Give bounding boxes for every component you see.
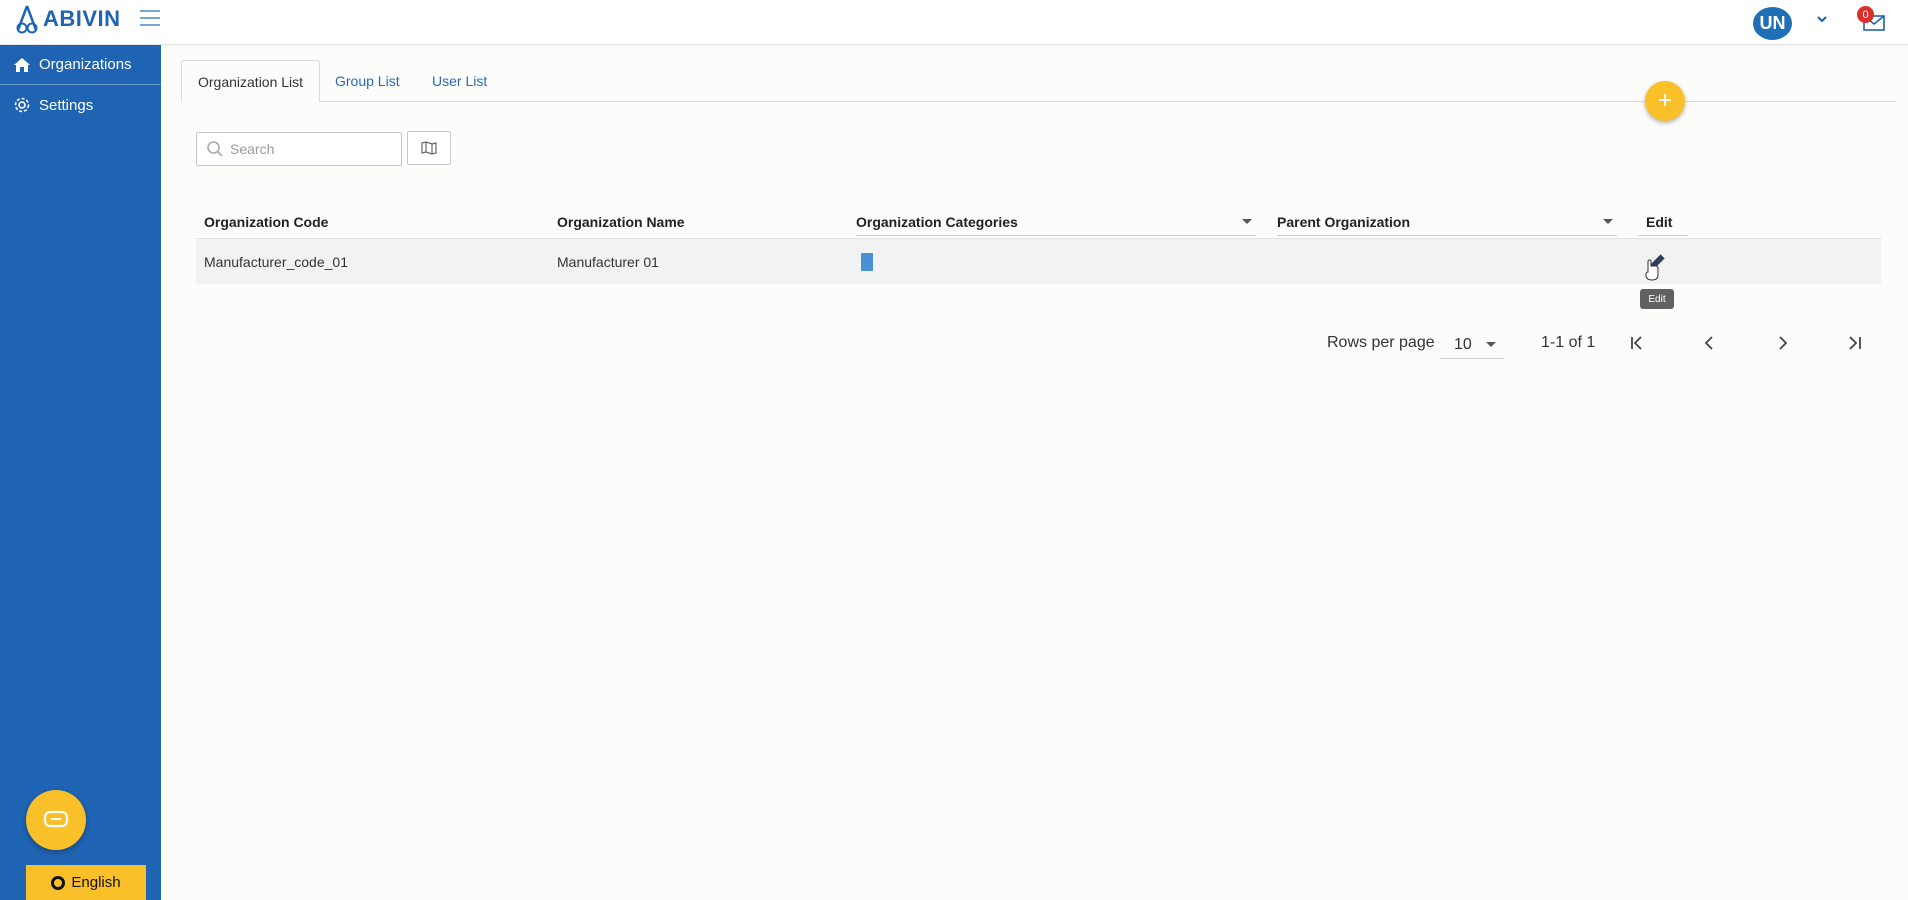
column-header-edit: Edit — [1638, 208, 1688, 236]
tab-bar: Organization List Group List User List — [181, 60, 1896, 103]
rows-per-page-label: Rows per page — [1327, 334, 1435, 351]
notification-badge: 0 — [1857, 6, 1874, 23]
abivin-logo[interactable]: ABIVIN — [14, 4, 121, 34]
sidebar-item-label: Settings — [39, 96, 94, 114]
search-box — [196, 132, 402, 166]
sidebar-item-label: Organizations — [39, 56, 132, 73]
first-page-icon — [1631, 336, 1642, 350]
search-icon — [206, 140, 224, 158]
mouse-cursor-icon — [1645, 259, 1659, 281]
dropdown-caret-icon — [1242, 219, 1252, 224]
tab-organization-list[interactable]: Organization List — [181, 60, 321, 103]
gear-icon — [13, 96, 31, 114]
sidebar-item-organizations[interactable]: Organizations — [0, 45, 161, 85]
column-header-parent: Parent Organization — [1277, 213, 1411, 230]
map-icon — [421, 141, 437, 155]
logo-mark-icon — [16, 5, 38, 34]
column-header-code: Organization Code — [204, 214, 329, 230]
column-header-categories-filter[interactable]: Organization Categories — [856, 208, 1256, 236]
category-chip — [861, 253, 873, 271]
pagination-range: 1-1 of 1 — [1541, 334, 1596, 351]
chat-button[interactable] — [26, 790, 86, 850]
chat-icon — [43, 810, 69, 828]
language-label: English — [71, 874, 121, 891]
rows-per-page-select[interactable]: 10 — [1440, 331, 1504, 359]
menu-toggle-icon[interactable] — [140, 10, 160, 26]
chevron-right-icon — [1779, 336, 1788, 350]
add-organization-button[interactable]: + — [1645, 81, 1685, 121]
language-selector[interactable]: English — [26, 865, 146, 900]
rows-per-page-value: 10 — [1454, 335, 1472, 353]
search-input[interactable] — [230, 141, 390, 157]
tab-user-list[interactable]: User List — [416, 60, 503, 102]
top-bar: ABIVIN UN 0 — [0, 0, 1908, 45]
column-header-parent-filter[interactable]: Parent Organization — [1277, 208, 1617, 236]
chevron-left-icon — [1704, 336, 1713, 350]
cell-organization-code: Manufacturer_code_01 — [204, 254, 348, 270]
last-page-icon — [1849, 336, 1861, 350]
first-page-button[interactable] — [1623, 330, 1653, 356]
table-row[interactable]: Manufacturer_code_01 Manufacturer 01 — [196, 238, 1881, 284]
chevron-down-icon[interactable] — [1815, 12, 1829, 26]
edit-tooltip: Edit — [1640, 289, 1674, 309]
language-icon — [51, 875, 66, 890]
logo-text: ABIVIN — [43, 6, 121, 31]
dropdown-caret-icon — [1603, 219, 1613, 224]
cell-organization-name: Manufacturer 01 — [557, 254, 659, 270]
last-page-button[interactable] — [1839, 330, 1869, 356]
column-header-name: Organization Name — [557, 214, 685, 230]
home-icon — [13, 56, 31, 74]
map-view-button[interactable] — [407, 131, 451, 165]
tab-group-list[interactable]: Group List — [319, 60, 416, 102]
previous-page-button[interactable] — [1695, 330, 1725, 356]
next-page-button[interactable] — [1767, 330, 1797, 356]
cell-organization-categories — [861, 239, 873, 285]
dropdown-caret-icon — [1486, 342, 1496, 347]
sidebar: Organizations Settings English — [0, 45, 161, 900]
sidebar-item-settings[interactable]: Settings — [0, 85, 161, 125]
user-avatar[interactable]: UN — [1753, 7, 1792, 40]
column-header-categories: Organization Categories — [856, 213, 1018, 230]
